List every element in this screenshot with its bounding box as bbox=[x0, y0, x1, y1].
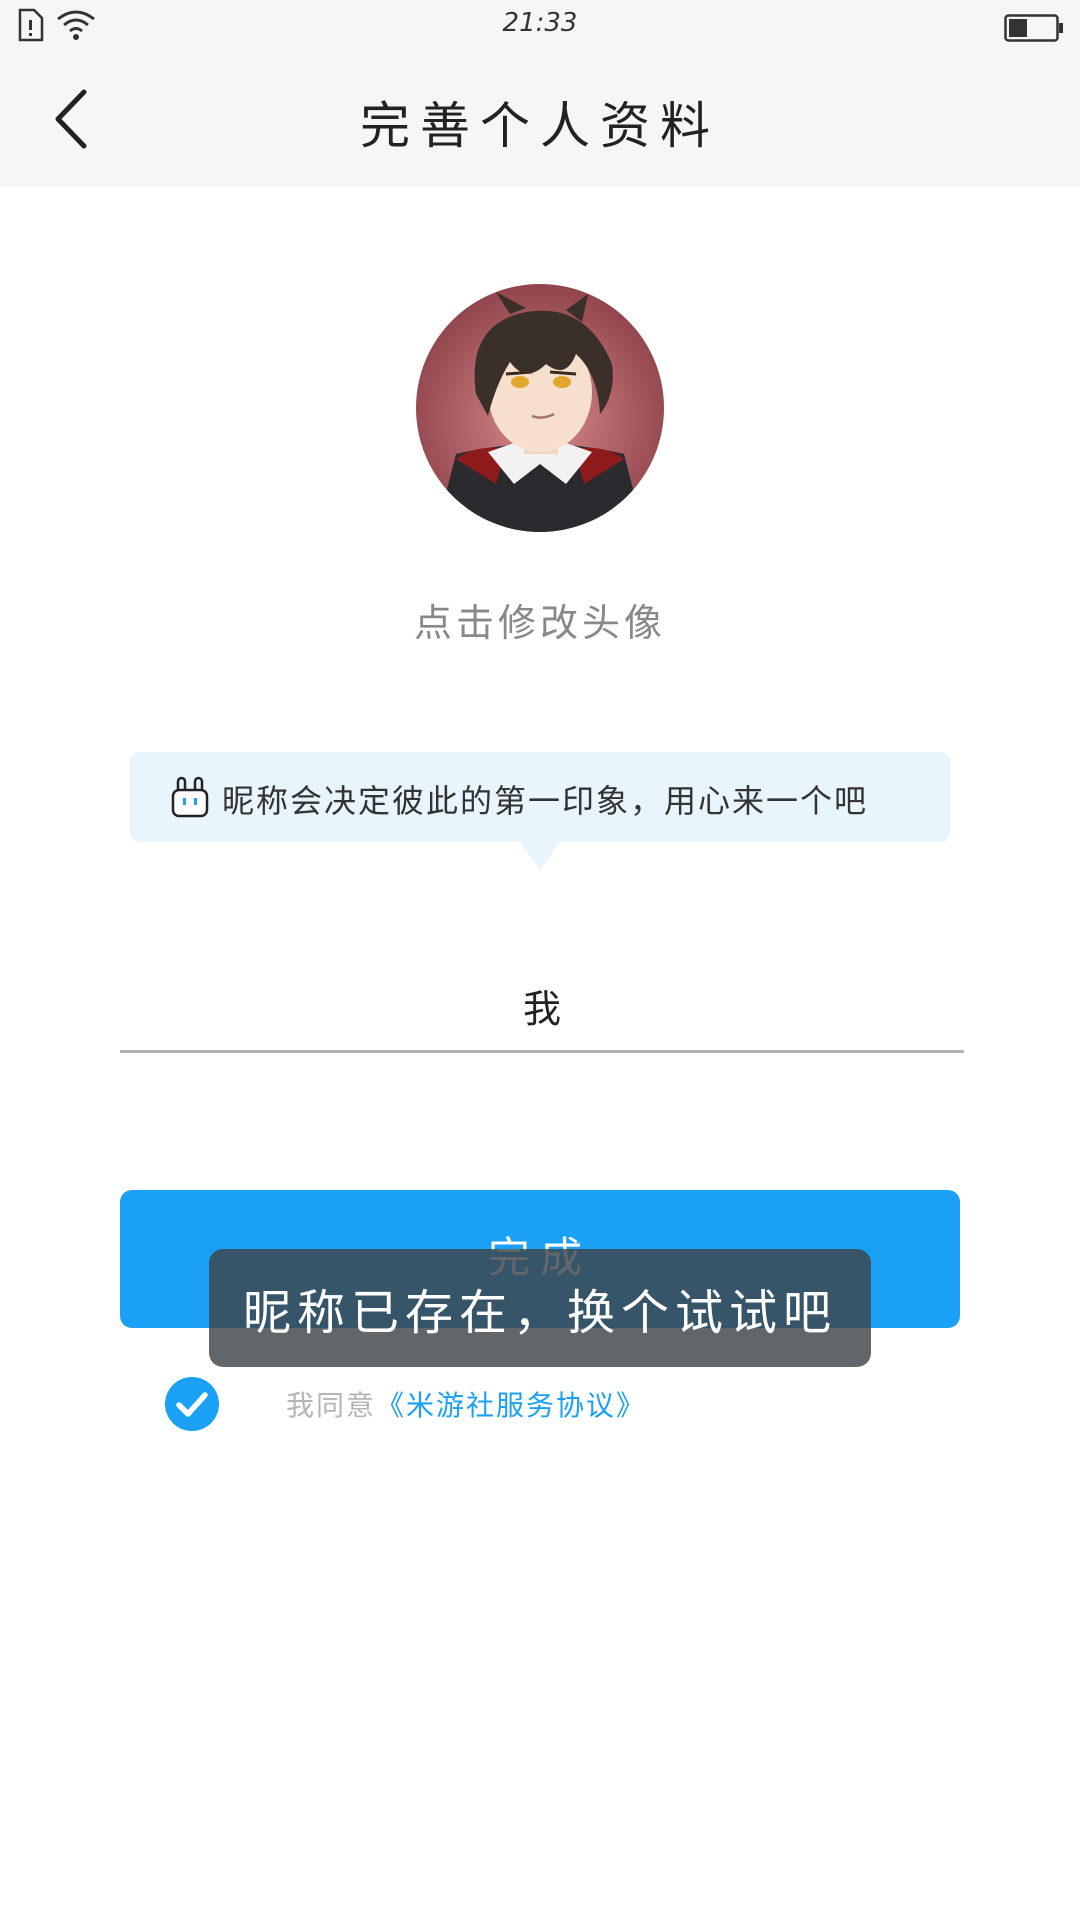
checkmark-circle-icon bbox=[165, 1377, 219, 1431]
avatar-image bbox=[416, 284, 664, 532]
tip-text: 昵称会决定彼此的第一印象，用心来一个吧 bbox=[222, 782, 869, 820]
page-title: 完善个人资料 bbox=[360, 97, 720, 155]
mascot-icon bbox=[171, 776, 209, 818]
battery-icon bbox=[1004, 14, 1063, 42]
tip-arrow bbox=[520, 842, 560, 870]
header: 完善个人资料 bbox=[0, 54, 1080, 186]
status-time: 21:33 bbox=[502, 8, 578, 38]
nickname-input[interactable] bbox=[120, 960, 964, 1053]
agree-checkbox[interactable] bbox=[164, 1376, 220, 1432]
agreement-prefix: 我同意 bbox=[286, 1389, 377, 1422]
service-agreement-link[interactable]: 《米游社服务协议》 bbox=[376, 1389, 646, 1422]
nickname-tip: 昵称会决定彼此的第一印象，用心来一个吧 bbox=[130, 752, 950, 842]
avatar[interactable] bbox=[416, 284, 664, 532]
error-toast: 昵称已存在，换个试试吧 bbox=[209, 1249, 871, 1367]
change-avatar-link[interactable]: 点击修改头像 bbox=[0, 592, 1080, 647]
agreement-row: 我同意《米游社服务协议》 bbox=[286, 1384, 646, 1424]
status-bar: 21:33 bbox=[0, 0, 1080, 54]
